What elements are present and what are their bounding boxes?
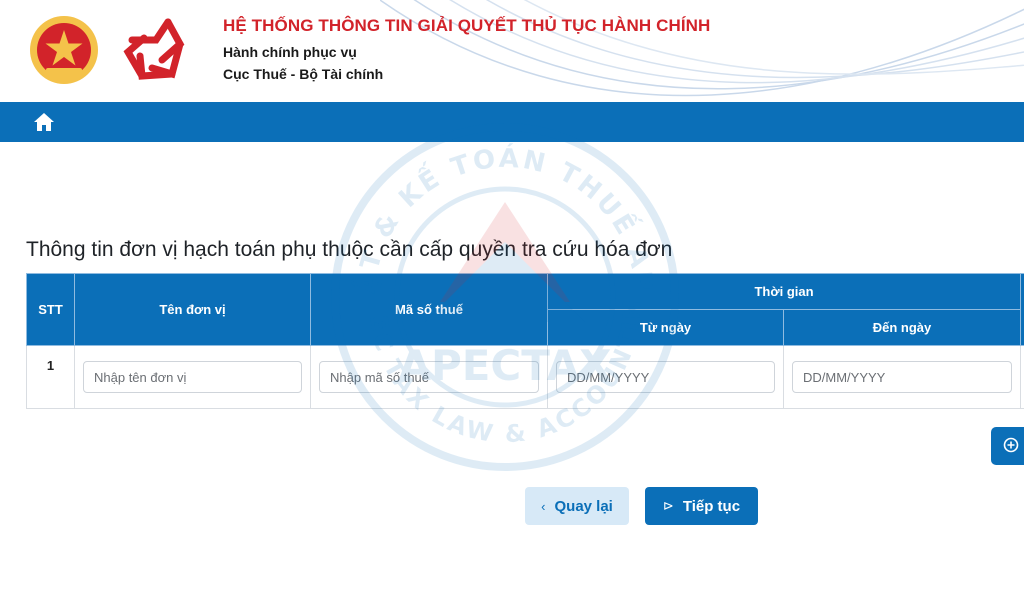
svg-text:LUẬT & KẾ TOÁN THUẾ APEC: LUẬT & KẾ TOÁN THUẾ APEC <box>330 122 658 295</box>
step-forward-icon: ⊳ <box>662 498 674 513</box>
header-time: Thời gian <box>546 273 1022 310</box>
tax-code-input[interactable] <box>319 361 539 393</box>
cell-from-date <box>547 345 784 409</box>
continue-button[interactable]: ⊳ Tiếp tục <box>645 487 758 525</box>
cell-tax-code <box>310 345 548 409</box>
home-icon <box>34 113 54 131</box>
row-stt: 1 <box>26 345 75 409</box>
system-subtitle: Hành chính phục vụ <box>223 44 357 60</box>
header-overflow <box>1020 273 1024 346</box>
national-emblem <box>30 16 98 84</box>
home-button[interactable] <box>33 111 55 133</box>
header-unit-name: Tên đơn vị <box>74 273 311 346</box>
add-row-button[interactable] <box>991 427 1024 465</box>
agency-name: Cục Thuế - Bộ Tài chính <box>223 66 384 82</box>
back-button-label: Quay lại <box>554 497 613 515</box>
system-title: HỆ THỐNG THÔNG TIN GIẢI QUYẾT THỦ TỤC HÀ… <box>223 16 711 35</box>
header-stt: STT <box>26 273 75 346</box>
header-to-date: Đến ngày <box>782 309 1022 346</box>
cell-to-date <box>782 345 1022 409</box>
chevron-left-icon: ‹ <box>541 498 546 514</box>
public-service-logo <box>123 18 185 80</box>
to-date-input[interactable] <box>792 361 1013 393</box>
site-header: HỆ THỐNG THÔNG TIN GIẢI QUYẾT THỦ TỤC HÀ… <box>0 0 1024 102</box>
back-button[interactable]: ‹ Quay lại <box>525 487 629 525</box>
section-title: Thông tin đơn vị hạch toán phụ thuộc cần… <box>26 238 673 261</box>
main-navbar <box>0 102 1024 142</box>
table-row: 1 <box>26 345 1024 409</box>
from-date-input[interactable] <box>556 361 775 393</box>
header-tax-code: Mã số thuế <box>310 273 548 346</box>
cell-unit-name <box>74 345 311 409</box>
header-from-date: Từ ngày <box>547 309 784 346</box>
cell-overflow <box>1020 345 1024 409</box>
dependent-units-table: STT Tên đơn vị Mã số thuế Thời gian Từ n… <box>26 273 1024 409</box>
continue-button-label: Tiếp tục <box>682 497 741 515</box>
unit-name-input[interactable] <box>83 361 302 393</box>
plus-circle-icon <box>1003 437 1019 453</box>
